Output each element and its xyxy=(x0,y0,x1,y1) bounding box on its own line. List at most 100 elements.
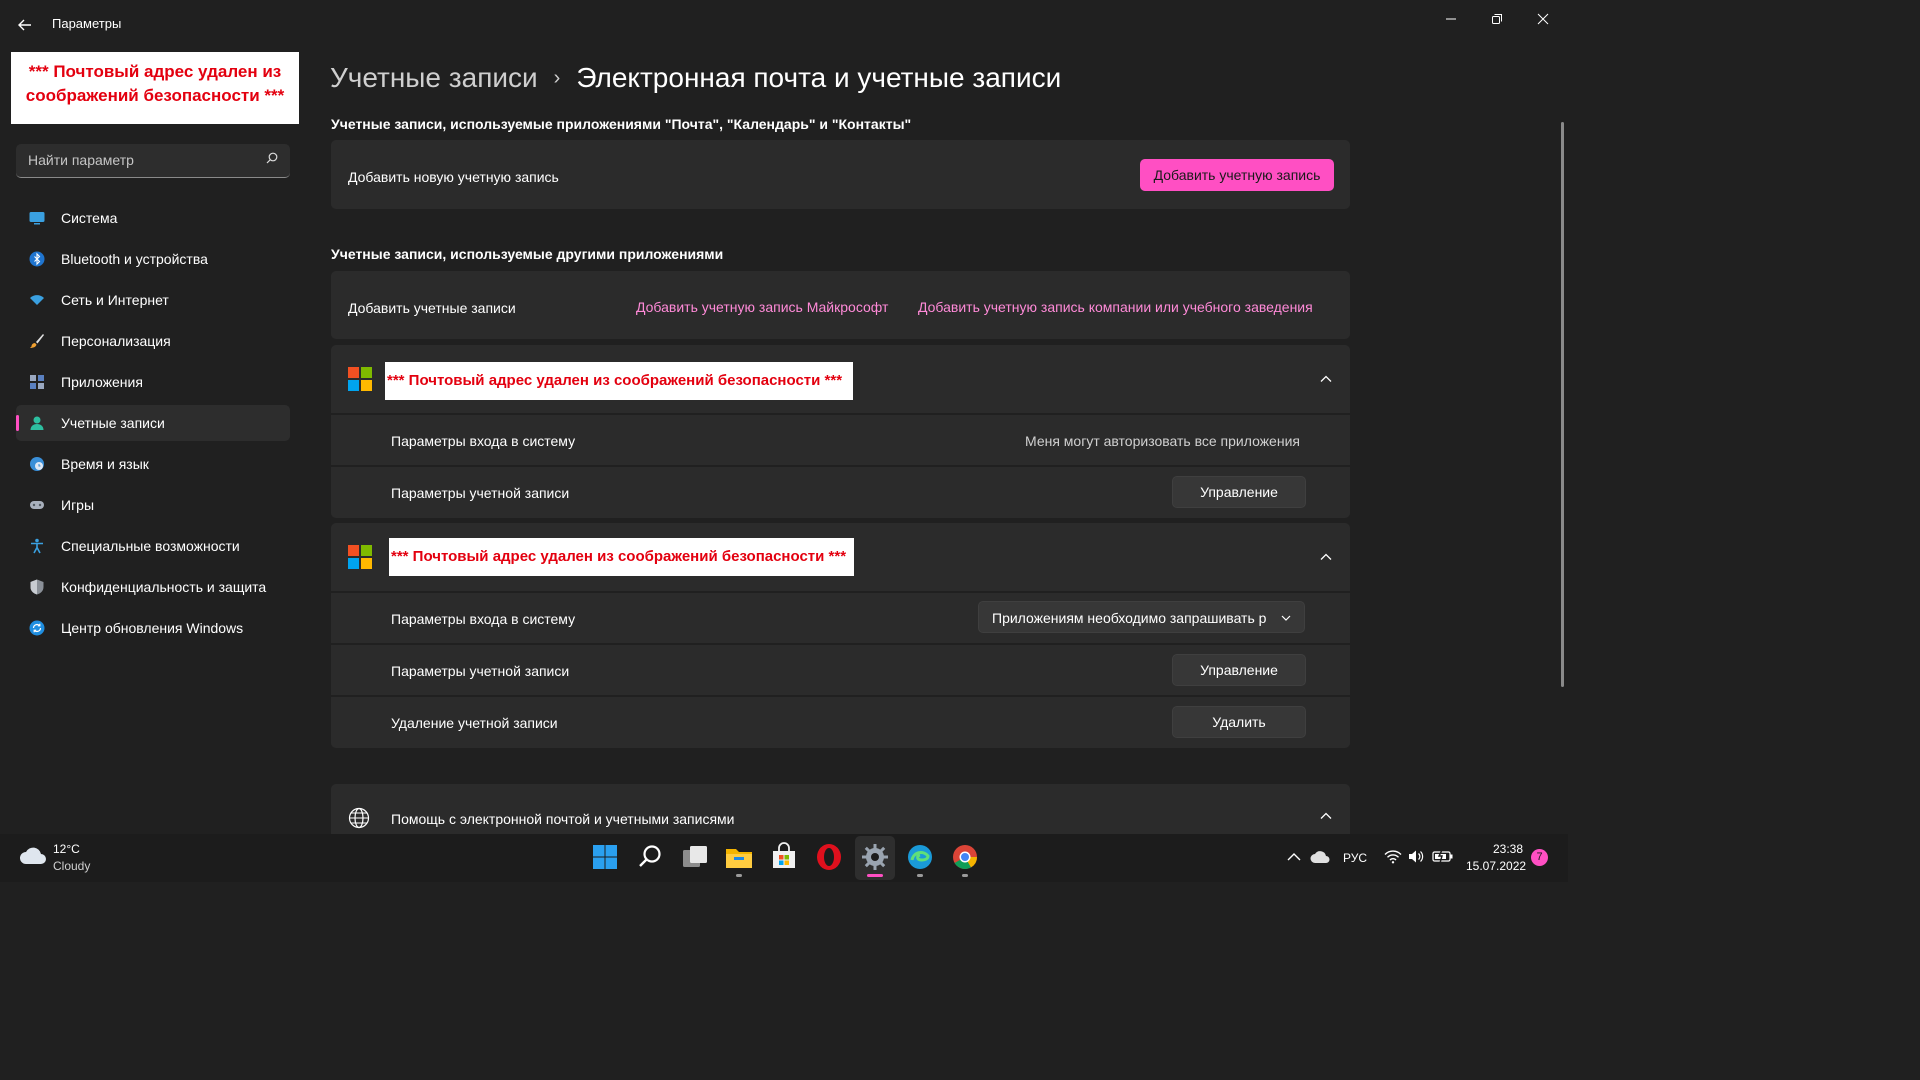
onedrive-cloud-icon[interactable] xyxy=(1310,849,1330,864)
dropdown-value: Приложениям необходимо запрашивать р xyxy=(992,610,1267,626)
sidebar-nav: Система Bluetooth и устройства Сеть и Ин… xyxy=(16,200,290,651)
start-icon[interactable] xyxy=(590,842,620,872)
weather-temp[interactable]: 12°C xyxy=(53,842,80,856)
help-card[interactable]: Помощь с электронной почтой и учетными з… xyxy=(331,784,1350,834)
manage-button[interactable]: Управление xyxy=(1172,654,1306,686)
chrome-icon[interactable] xyxy=(950,842,980,872)
person-icon xyxy=(30,416,44,430)
running-indicator xyxy=(917,874,923,877)
wifi-tray-icon[interactable] xyxy=(1384,849,1402,864)
help-label: Помощь с электронной почтой и учетными з… xyxy=(391,811,735,827)
edge-icon[interactable] xyxy=(905,842,935,872)
running-indicator xyxy=(736,874,742,877)
sidebar-item-gaming[interactable]: Игры xyxy=(16,487,290,523)
add-account-card: Добавить новую учетную запись Добавить у… xyxy=(331,140,1350,209)
sidebar-item-label: Центр обновления Windows xyxy=(61,620,244,636)
restore-button[interactable] xyxy=(1474,6,1520,36)
update-icon xyxy=(29,620,45,636)
add-account-button[interactable]: Добавить учетную запись xyxy=(1140,159,1334,191)
sidebar-item-bluetooth[interactable]: Bluetooth и устройства xyxy=(16,241,290,277)
chevron-up-tray-icon[interactable] xyxy=(1287,851,1301,863)
redacted-email-1: *** Почтовый адрес удален из соображений… xyxy=(385,362,853,400)
clock-time[interactable]: 23:38 xyxy=(1493,842,1523,856)
add-microsoft-account-link[interactable]: Добавить учетную запись Майкрософт xyxy=(636,299,888,315)
apps-icon xyxy=(30,375,44,389)
add-accounts-label: Добавить учетные записи xyxy=(348,300,516,316)
sidebar-item-time-language[interactable]: Время и язык xyxy=(16,446,290,482)
brush-icon xyxy=(30,334,44,348)
sidebar-item-label: Игры xyxy=(61,497,95,513)
account-settings-label: Параметры учетной записи xyxy=(391,663,570,679)
running-indicator xyxy=(962,874,968,877)
sidebar-item-label: Персонализация xyxy=(61,333,171,349)
divider xyxy=(331,695,1350,697)
section-title-mail-apps: Учетные записи, используемые приложениям… xyxy=(331,116,912,132)
minimize-icon xyxy=(1446,18,1456,20)
store-icon[interactable] xyxy=(769,842,799,872)
title-bar: Параметры xyxy=(0,0,1568,48)
globe-clock-icon xyxy=(30,457,44,471)
back-arrow-icon[interactable] xyxy=(14,14,36,36)
cloud-icon[interactable] xyxy=(18,845,48,867)
account-header-1[interactable]: *** Почтовый адрес удален из соображений… xyxy=(331,345,1350,413)
bluetooth-icon xyxy=(29,251,45,267)
remove-button[interactable]: Удалить xyxy=(1172,706,1306,738)
notification-badge[interactable]: 7 xyxy=(1531,849,1548,866)
sidebar-item-label: Учетные записи xyxy=(61,415,165,431)
sidebar-item-personalization[interactable]: Персонализация xyxy=(16,323,290,359)
signin-options-dropdown[interactable]: Приложениям необходимо запрашивать р xyxy=(978,601,1305,633)
gamepad-icon xyxy=(30,501,44,509)
sidebar-item-label: Конфиденциальность и защита xyxy=(61,579,267,595)
sidebar-item-accessibility[interactable]: Специальные возможности xyxy=(16,528,290,564)
microsoft-logo-icon xyxy=(348,367,372,391)
battery-charging-icon[interactable] xyxy=(1432,849,1454,864)
settings-gear-icon[interactable] xyxy=(860,842,890,872)
search-icon[interactable] xyxy=(266,152,278,164)
scrollbar[interactable] xyxy=(1561,122,1564,687)
clock-date[interactable]: 15.07.2022 xyxy=(1466,859,1526,873)
sidebar-item-system[interactable]: Система xyxy=(16,200,290,236)
signin-options-label: Параметры входа в систему xyxy=(391,611,576,627)
monitor-icon xyxy=(29,212,45,225)
task-view-icon[interactable] xyxy=(680,842,710,872)
add-work-account-link[interactable]: Добавить учетную запись компании или уче… xyxy=(918,299,1313,315)
sidebar-item-privacy[interactable]: Конфиденциальность и защита xyxy=(16,569,290,605)
page-title: Электронная почта и учетные записи xyxy=(576,62,1062,93)
sidebar-item-accounts[interactable]: Учетные записи xyxy=(16,405,290,441)
sidebar-item-network[interactable]: Сеть и Интернет xyxy=(16,282,290,318)
signin-options-label: Параметры входа в систему xyxy=(391,433,576,449)
wifi-icon xyxy=(30,295,44,305)
app-title: Параметры xyxy=(52,16,122,31)
chevron-up-icon[interactable] xyxy=(1319,372,1333,386)
sidebar-item-label: Система xyxy=(61,210,118,226)
sidebar-item-label: Время и язык xyxy=(61,456,149,472)
sidebar-item-windows-update[interactable]: Центр обновления Windows xyxy=(16,610,290,646)
account-card-1: *** Почтовый адрес удален из соображений… xyxy=(331,345,1350,518)
weather-desc[interactable]: Cloudy xyxy=(53,859,90,873)
breadcrumb-parent[interactable]: Учетные записи xyxy=(330,62,538,93)
search-taskbar-icon[interactable] xyxy=(635,842,665,872)
accessibility-icon xyxy=(31,538,43,554)
language-indicator[interactable]: РУС xyxy=(1343,851,1367,865)
chevron-down-icon xyxy=(1281,615,1291,621)
account-header-2[interactable]: *** Почтовый адрес удален из соображений… xyxy=(331,523,1350,591)
close-button[interactable] xyxy=(1520,6,1566,36)
search-input[interactable] xyxy=(16,144,256,176)
chevron-up-icon[interactable] xyxy=(1319,550,1333,564)
divider xyxy=(331,465,1350,467)
file-explorer-icon[interactable] xyxy=(724,842,754,872)
sidebar-item-label: Bluetooth и устройства xyxy=(61,251,208,267)
chevron-up-icon[interactable] xyxy=(1319,809,1333,823)
globe-help-icon xyxy=(348,807,370,829)
search-box[interactable] xyxy=(16,144,290,178)
shield-icon xyxy=(30,579,44,595)
section-title-other-apps: Учетные записи, используемые другими при… xyxy=(331,246,724,262)
volume-icon[interactable] xyxy=(1407,849,1425,864)
sidebar-item-apps[interactable]: Приложения xyxy=(16,364,290,400)
minimize-button[interactable] xyxy=(1428,6,1474,36)
microsoft-logo-icon xyxy=(348,545,372,569)
redacted-email-2: *** Почтовый адрес удален из соображений… xyxy=(389,538,854,576)
breadcrumb: Учетные записи › Электронная почта и учетн… xyxy=(330,60,1061,96)
opera-icon[interactable] xyxy=(814,842,844,872)
manage-button[interactable]: Управление xyxy=(1172,476,1306,508)
